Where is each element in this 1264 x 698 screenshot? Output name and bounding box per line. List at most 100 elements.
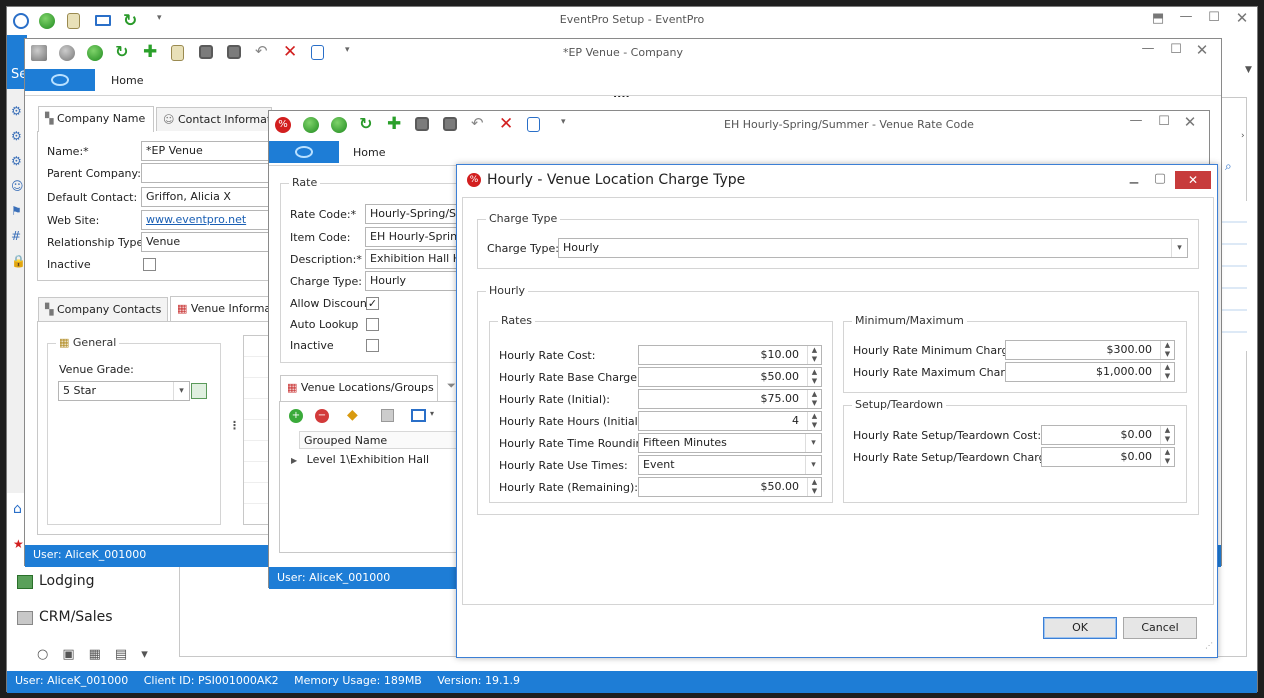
spinner-icon[interactable]: ▲ ▼	[807, 412, 821, 430]
spinner-icon[interactable]: ▲ ▼	[1160, 341, 1174, 359]
minimize-button[interactable]: —	[1137, 41, 1159, 56]
app-menu-button[interactable]	[269, 141, 339, 163]
tab-venue-locations-groups[interactable]: ▦ Venue Locations/Groups	[280, 375, 438, 401]
remove-location-icon[interactable]: −	[315, 409, 329, 423]
tab-home[interactable]: Home	[111, 74, 143, 87]
save-icon[interactable]	[415, 117, 429, 131]
maximize-button[interactable]: ☐	[1153, 114, 1175, 129]
rate-row-spin-field[interactable]: $75.00 ▲ ▼	[638, 389, 822, 409]
nav-lodging[interactable]: Lodging	[15, 571, 175, 595]
venue-grade-select[interactable]: 5 Star ▾	[58, 381, 190, 401]
spinner-icon[interactable]: ▲ ▼	[807, 390, 821, 408]
grid-options-icon[interactable]	[381, 409, 394, 422]
close-button[interactable]: ✕	[1231, 9, 1253, 27]
maximize-button[interactable]: ☐	[1165, 42, 1187, 57]
tab-venue-locations-groups-label: Venue Locations/Groups	[300, 381, 434, 394]
spinner-icon[interactable]: ▲ ▼	[1160, 426, 1174, 444]
charge-type-select[interactable]: Hourly ▾	[558, 238, 1188, 258]
splitter-handle[interactable]: ⋮	[229, 419, 240, 432]
expand-row-icon[interactable]: ▶	[291, 456, 297, 465]
spinner-icon[interactable]: ▲ ▼	[807, 346, 821, 364]
setup-cost-field[interactable]: $0.00 ▲ ▼	[1041, 425, 1175, 445]
search-icon[interactable]: ⌕	[1225, 159, 1232, 174]
setup-charge-field[interactable]: $0.00 ▲ ▼	[1041, 447, 1175, 467]
tab-venue-information[interactable]: ▦ Venue Informa	[170, 296, 274, 322]
default-contact-field[interactable]: Griffon, Alicia X	[141, 187, 273, 207]
chevron-down-icon[interactable]: ▾	[1171, 239, 1187, 257]
web-site-link[interactable]: www.eventpro.net	[146, 213, 246, 226]
spinner-icon[interactable]: ▲ ▼	[807, 368, 821, 386]
tab-home[interactable]: Home	[353, 146, 385, 159]
nav-bottom-icons[interactable]: ○▣▦▤▾	[37, 647, 177, 665]
name-field[interactable]: *EP Venue	[141, 141, 273, 161]
relationship-type-field[interactable]: Venue	[141, 232, 273, 252]
refresh-icon[interactable]: ↻	[359, 114, 375, 133]
auto-lookup-checkbox[interactable]	[366, 318, 379, 331]
tag-icon[interactable]: ◆	[347, 407, 358, 423]
rate-row-spin-field[interactable]: $10.00 ▲ ▼	[638, 345, 822, 365]
minimum-charge-field[interactable]: $300.00 ▲ ▼	[1005, 340, 1175, 360]
maximum-charge-field[interactable]: $1,000.00 ▲ ▼	[1005, 362, 1175, 382]
inactive-checkbox[interactable]	[143, 258, 156, 271]
close-button[interactable]: ✕	[1191, 41, 1213, 59]
add-location-icon[interactable]: +	[289, 409, 303, 423]
grid-row[interactable]: ▶ Level 1\Exhibition Hall	[287, 451, 459, 469]
allow-discount-checkbox[interactable]: ✓	[366, 297, 379, 310]
rate-row-spin-field[interactable]: 4 ▲ ▼	[638, 411, 822, 431]
down-icon[interactable]	[331, 117, 347, 133]
tab-company-name[interactable]: ▚ Company Name	[38, 106, 154, 132]
layout-icon[interactable]	[411, 409, 426, 422]
right-scroll-arrow-icon[interactable]: ›	[1241, 131, 1245, 141]
save-all-icon[interactable]	[443, 117, 457, 131]
maximize-button[interactable]: ☐	[1203, 10, 1225, 25]
grouped-name-header[interactable]: Grouped Name	[304, 434, 387, 447]
venue-grade-edit-icon[interactable]	[191, 383, 207, 399]
add-icon[interactable]: ✚	[387, 114, 403, 134]
close-button[interactable]: ✕	[1179, 113, 1201, 131]
maximize-button[interactable]: ▢	[1149, 171, 1171, 186]
chevron-down-icon[interactable]: ▾	[805, 456, 821, 474]
spinner-icon[interactable]: ▲ ▼	[1160, 363, 1174, 381]
allow-discount-label: Allow Discount	[290, 297, 372, 310]
web-site-field[interactable]: www.eventpro.net	[141, 210, 273, 230]
restore-icon[interactable]: ⬒	[1147, 11, 1169, 26]
minimize-button[interactable]: —	[1125, 113, 1147, 128]
chevron-down-icon[interactable]: ▾	[805, 434, 821, 452]
description-field[interactable]: Exhibition Hall Hou	[365, 249, 461, 269]
status-memory: Memory Usage: 189MB	[294, 674, 422, 687]
tab-company-contacts-label: Company Contacts	[56, 303, 162, 316]
rate-row-select[interactable]: Event ▾	[638, 455, 822, 475]
rate-row-spin-field[interactable]: $50.00 ▲ ▼	[638, 477, 822, 497]
item-code-field[interactable]: EH Hourly-Spring/S	[365, 227, 461, 247]
inactive-checkbox[interactable]	[366, 339, 379, 352]
tab-company-contacts[interactable]: ▚ Company Contacts	[38, 297, 168, 321]
undo-icon[interactable]: ↶	[471, 114, 487, 132]
tab-contact-information[interactable]: ☺ Contact Informatio	[156, 107, 281, 131]
chevron-down-icon[interactable]: ▾	[173, 382, 189, 400]
rate-code-field[interactable]: Hourly-Spring/Sum	[365, 204, 461, 224]
minimize-button[interactable]: —	[1175, 9, 1197, 24]
pin-icon[interactable]: ★	[13, 537, 24, 551]
home-icon[interactable]: ⌂	[13, 501, 22, 517]
filter-icon[interactable]: ⏷	[447, 379, 456, 393]
nav-crm[interactable]: CRM/Sales	[15, 607, 175, 631]
parent-company-field[interactable]	[141, 163, 273, 183]
spinner-icon[interactable]: ▲ ▼	[1160, 448, 1174, 466]
nav-crm-label: CRM/Sales	[39, 609, 113, 625]
charge-type-field[interactable]: Hourly	[365, 271, 461, 291]
layout-dropdown-icon[interactable]: ▾	[430, 409, 434, 418]
right-dropdown-icon[interactable]: ▼	[1245, 65, 1252, 75]
ok-button[interactable]: OK	[1043, 617, 1117, 639]
up-icon[interactable]	[303, 117, 319, 133]
spinner-icon[interactable]: ▲ ▼	[807, 478, 821, 496]
rate-row-spin-field[interactable]: $50.00 ▲ ▼	[638, 367, 822, 387]
app-menu-button[interactable]	[25, 69, 95, 91]
resize-grip-icon[interactable]: ⋰	[1205, 641, 1213, 650]
minimize-button[interactable]: ▁	[1123, 171, 1145, 184]
close-button[interactable]: ✕	[1175, 171, 1211, 189]
general-group-title: ▦ General	[56, 336, 120, 349]
company-title: *EP Venue - Company	[562, 46, 684, 59]
rate-code-icon[interactable]: %	[275, 117, 291, 133]
rate-row-select[interactable]: Fifteen Minutes ▾	[638, 433, 822, 453]
cancel-button[interactable]: Cancel	[1123, 617, 1197, 639]
